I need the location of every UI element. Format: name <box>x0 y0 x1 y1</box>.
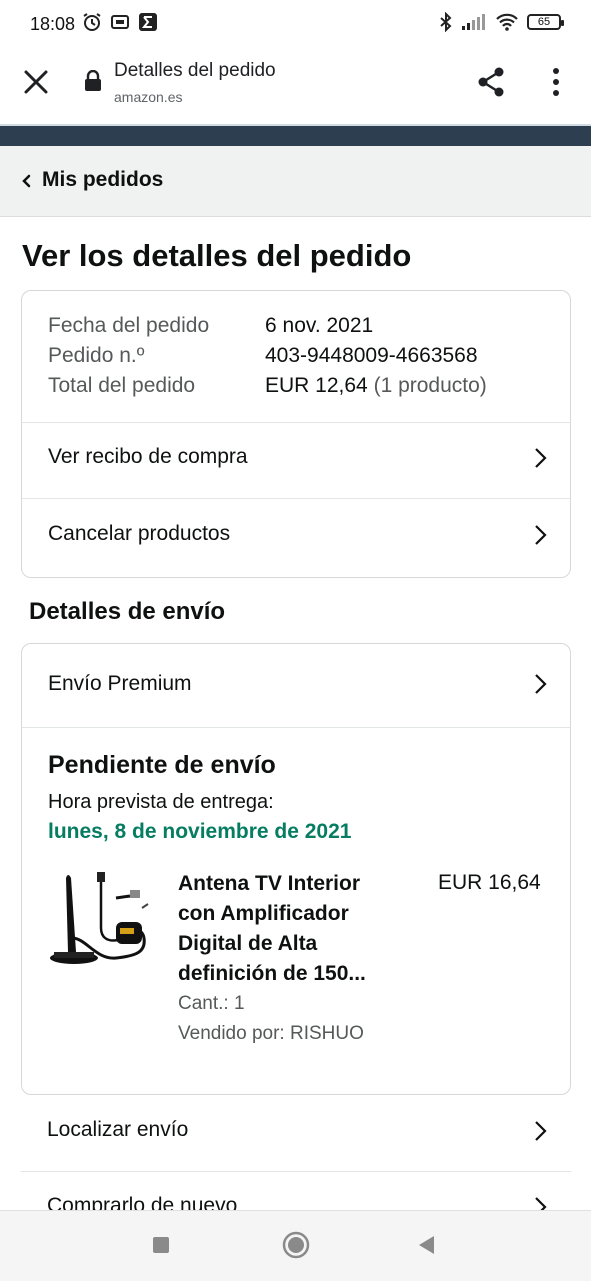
order-total-label: Total del pedido <box>48 374 196 397</box>
view-receipt-label[interactable]: Ver recibo de compra <box>48 445 248 469</box>
buy-again-row[interactable]: Comprarlo de nuevo <box>21 1172 571 1210</box>
product-price: EUR 16,64 <box>438 871 541 894</box>
breadcrumb-my-orders[interactable]: Mis pedidos <box>42 168 163 192</box>
chevron-left-icon[interactable] <box>20 172 32 190</box>
page-title: Ver los detalles del pedido <box>22 238 412 273</box>
browser-page-title: Detalles del pedido <box>114 60 276 81</box>
product-seller: Vendido por: RISHUO <box>178 1023 364 1044</box>
share-icon[interactable] <box>476 66 506 98</box>
delivery-estimate-date: lunes, 8 de noviembre de 2021 <box>48 820 352 843</box>
alarm-icon <box>83 13 101 31</box>
product-title-link[interactable]: Antena TV Interior con Amplificador Digi… <box>178 869 393 989</box>
order-date-label: Fecha del pedido <box>48 314 210 337</box>
buy-again-label[interactable]: Comprarlo de nuevo <box>47 1194 237 1210</box>
lock-icon <box>85 70 101 91</box>
browser-url[interactable]: amazon.es <box>114 89 182 105</box>
close-icon[interactable] <box>20 66 52 98</box>
shipping-method-label[interactable]: Envío Premium <box>48 672 192 696</box>
chevron-right-icon[interactable] <box>533 1196 547 1210</box>
order-item-count: (1 producto) <box>373 374 487 397</box>
order-date-value: 6 nov. 2021 <box>265 314 374 337</box>
order-number-label: Pedido n.º <box>48 344 145 367</box>
site-header-band <box>0 124 591 146</box>
shipment-status: Pendiente de envío <box>48 751 276 779</box>
status-icons-right: 65 <box>439 12 564 32</box>
recents-icon[interactable] <box>151 1235 171 1255</box>
chevron-right-icon[interactable] <box>533 673 547 695</box>
chevron-right-icon[interactable] <box>533 447 547 469</box>
battery-icon: 65 <box>527 14 564 30</box>
order-total-value: EUR 12,64 <box>265 374 368 397</box>
home-icon[interactable] <box>282 1231 310 1259</box>
chevron-right-icon[interactable] <box>533 1120 547 1142</box>
back-icon[interactable] <box>416 1234 436 1256</box>
shipping-details-heading: Detalles de envío <box>29 598 226 625</box>
sigma-icon <box>139 13 157 31</box>
divider <box>22 727 570 728</box>
product-image[interactable] <box>46 868 154 972</box>
wifi-icon <box>496 13 518 31</box>
signal-icon <box>462 14 485 30</box>
battery-level: 65 <box>537 16 551 28</box>
product-quantity: Cant.: 1 <box>178 993 245 1014</box>
chevron-right-icon[interactable] <box>533 524 547 546</box>
order-total: EUR 12,64 (1 producto) <box>265 374 487 398</box>
status-time: 18:08 <box>30 14 76 34</box>
notification-icon <box>111 15 129 29</box>
more-options-icon[interactable] <box>546 66 566 98</box>
order-number-value: 403-9448009-4663568 <box>265 344 478 367</box>
bluetooth-icon <box>440 12 452 32</box>
delivery-estimate-label: Hora prevista de entrega: <box>48 791 274 813</box>
track-package-label[interactable]: Localizar envío <box>47 1118 188 1142</box>
cancel-products-label[interactable]: Cancelar productos <box>48 522 230 546</box>
status-icons-left <box>82 12 158 32</box>
